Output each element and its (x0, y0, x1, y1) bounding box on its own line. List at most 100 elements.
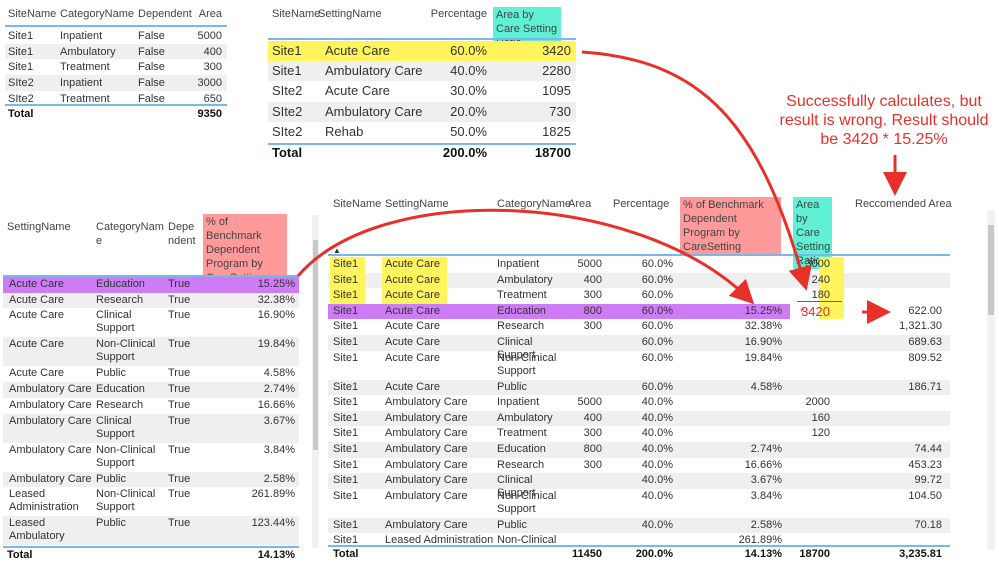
scrollbar-main-table[interactable] (987, 210, 995, 550)
table-cell: Site1 (8, 30, 34, 42)
table-cell: 40.0% (641, 518, 673, 531)
table-cell: 19.84% (257, 338, 295, 351)
table-cell: 16.90% (744, 336, 782, 348)
table-cell: Ambulatory Care (9, 472, 92, 485)
sum-underline (797, 301, 842, 302)
column-header[interactable]: SettingName (318, 7, 398, 21)
table-cell: Inpatient (60, 77, 103, 90)
total-percentage: 200.0% (442, 145, 487, 160)
column-header[interactable]: SiteName (8, 7, 58, 21)
table-cell: 60.0% (450, 43, 487, 58)
table-cell: 40.0% (641, 427, 673, 440)
column-header[interactable]: SettingName (7, 220, 92, 234)
table-cell: Site1 (333, 396, 359, 409)
table-cell: Ambulatory (497, 411, 553, 424)
table-cell: Site1 (333, 443, 359, 455)
annotation-note: Successfully calculates, but result is w… (779, 93, 989, 148)
table-cell: Acute Care (385, 273, 441, 286)
total-ratio: 18700 (799, 548, 830, 560)
column-header[interactable]: Area (185, 7, 222, 21)
table-cell: Ambulatory Care (385, 474, 468, 487)
column-header[interactable]: SiteName (272, 7, 320, 21)
table-cell: 2.74% (750, 443, 782, 455)
table-cell: 400 (583, 411, 602, 424)
table-cell: 4.58% (263, 367, 295, 380)
column-header[interactable]: Dependent (138, 7, 192, 21)
table-cell: True (168, 398, 191, 411)
table-cell: 5000 (197, 30, 222, 42)
table-cell: False (138, 30, 165, 42)
table-cell: 400 (203, 45, 222, 58)
column-header[interactable]: CategoryName (497, 197, 577, 211)
column-header[interactable]: Area (568, 197, 605, 211)
table-cell: 50.0% (450, 123, 487, 139)
table-cell: 3000 (197, 77, 222, 90)
column-header[interactable]: Percentage (613, 197, 676, 211)
table-cell: 104.50 (908, 489, 942, 502)
column-header[interactable]: CategoryName (60, 7, 135, 21)
table-cell: 800 (583, 304, 602, 317)
sort-indicator-icon[interactable]: ▲ (333, 246, 341, 255)
table-cell: Ambulatory (60, 45, 116, 58)
scrollbar-thumb[interactable] (313, 240, 318, 450)
table-cell: False (138, 77, 165, 90)
table-cell: True (168, 338, 191, 351)
table-cell: Treatment (60, 61, 110, 74)
table-cell: Treatment (497, 427, 547, 440)
table-cell: 300 (583, 427, 602, 440)
column-header[interactable]: SiteName (333, 197, 383, 211)
divider (328, 254, 950, 256)
table-cell: Acute Care (9, 367, 65, 380)
table-cell: Ambulatory Care (385, 458, 468, 471)
table-cell: Ambulatory Care (9, 443, 92, 456)
column-header[interactable]: % of Benchmark Dependent Program by Care… (680, 197, 781, 255)
table-cell: Education (497, 304, 546, 317)
table-cell: Non-Clinical Support (96, 443, 156, 469)
table-cell: True (168, 517, 191, 530)
column-header[interactable]: Depe ndent (168, 220, 200, 248)
column-header[interactable]: CategoryNam e (96, 220, 166, 248)
table-cell: Site1 (333, 304, 359, 317)
column-header[interactable]: SettingName (385, 197, 495, 211)
table-cell: 4.58% (750, 380, 782, 393)
divider (5, 104, 227, 106)
table-cell: 16.66% (257, 398, 295, 411)
table-cell: True (168, 383, 191, 396)
column-header[interactable]: Percentage (398, 7, 487, 21)
table-cell: Non-Clinical Support (96, 338, 156, 364)
table-cell: SIte2 (272, 83, 303, 99)
table-site-category-area: SiteName CategoryName Dependent Area Site1 In… (5, 0, 227, 125)
table-cell: Site1 (272, 63, 302, 79)
table-benchmark-by-setting: SettingName CategoryNam e Depe ndent% of B… (3, 210, 299, 564)
table-cell: 60.0% (641, 351, 673, 364)
table-cell: Research (497, 458, 545, 471)
table-cell: 3.67% (263, 414, 295, 427)
table-cell: Site1 (272, 43, 302, 58)
scrollbar-left-table[interactable] (312, 215, 319, 548)
table-cell: 74.44 (914, 443, 942, 455)
table-cell: 300 (583, 458, 602, 471)
table-cell: Acute Care (385, 380, 441, 393)
table-cell: SIte2 (8, 77, 34, 90)
total-label: Total (7, 549, 33, 562)
table-cell: Public (96, 472, 126, 485)
table-cell: Acute Care (385, 336, 441, 348)
table-cell: 123.44% (251, 517, 295, 530)
table-cell: Site1 (333, 380, 359, 393)
table-cell: False (138, 45, 165, 58)
table-cell: 40.0% (450, 63, 487, 79)
column-header[interactable]: Reccomended Area (855, 197, 965, 211)
table-cell: Education (96, 383, 145, 396)
table-cell: Site1 (333, 427, 359, 440)
table-cell: Ambulatory Care (9, 414, 92, 427)
table-cell: Acute Care (385, 320, 441, 333)
scrollbar-thumb[interactable] (988, 225, 994, 315)
table-cell: Education (497, 443, 546, 455)
table-cell: True (168, 472, 191, 485)
table-cell: 453.23 (908, 458, 942, 471)
table-cell: Acute Care (385, 351, 441, 364)
table-cell: 1825 (542, 123, 571, 139)
table-cell: Non-Clinical Support (497, 351, 557, 377)
divider (5, 25, 227, 27)
table-cell: Inpatient (60, 30, 103, 42)
